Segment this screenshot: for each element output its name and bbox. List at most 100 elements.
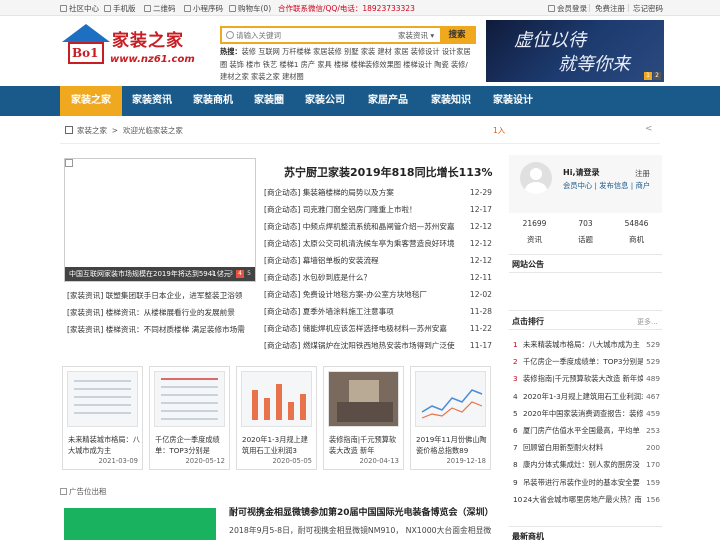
logo-name: 家装之家 bbox=[112, 31, 184, 51]
list-item[interactable]: [商企动态] 免费设计地毯方案-办公室方块地毯厂 12-02 bbox=[264, 286, 492, 303]
hot-words-list[interactable]: 装修 互联网 万杆楼梯 家居装修 别墅 家装 建材 家居 装修设计 设计家居圈 … bbox=[220, 47, 471, 81]
news-image[interactable] bbox=[64, 508, 216, 540]
list-item[interactable]: 5 2020年中国家装消费调查报告：装修 459 bbox=[513, 404, 660, 422]
banner-page-2[interactable]: 2 bbox=[653, 72, 661, 80]
card-thumbnail bbox=[67, 371, 138, 427]
news-card[interactable]: 未来精装城市格局：八大城市成为主 2021-03-09 bbox=[62, 366, 143, 470]
register-link[interactable]: 注册 bbox=[635, 168, 650, 179]
qrcode-icon bbox=[144, 5, 151, 12]
cart-icon bbox=[229, 5, 236, 12]
card-thumbnail bbox=[154, 371, 225, 427]
nav-news[interactable]: 家装资讯 bbox=[122, 86, 182, 116]
search-button[interactable]: 搜索 bbox=[440, 28, 474, 42]
miniprogram-icon bbox=[184, 5, 191, 12]
news-slider[interactable]: 中国互联网家装市场规模在2019年将达到5941亿元 12345 bbox=[64, 158, 256, 282]
nav-business[interactable]: 家装商机 bbox=[182, 86, 244, 116]
user-links[interactable]: 会员中心 | 发布信息 | 商户 bbox=[563, 181, 650, 191]
news-card[interactable]: 千亿房企一季度成绩单：TOP3分别是 2020-05-12 bbox=[149, 366, 230, 470]
rank-heading: 点击排行 bbox=[512, 317, 544, 326]
news-card[interactable]: 2020年1-3月规上建筑用石工业利润3 2020-05-05 bbox=[236, 366, 317, 470]
list-item[interactable]: [商企动态] 司克雅门窗全铝房门隆重上市啦！ 12-17 bbox=[264, 201, 492, 218]
left-news-list: [家装资讯] 联塑集团联手日本企业，进军整装卫浴领 [家装资讯] 楼梯资讯：从楼… bbox=[67, 287, 257, 338]
card-thumbnail bbox=[328, 371, 399, 427]
forgot-password-link[interactable]: 忘记密码 bbox=[633, 3, 663, 14]
register-link[interactable]: 免费注册 bbox=[595, 3, 625, 14]
nav-company[interactable]: 家装公司 bbox=[294, 86, 356, 116]
headline[interactable]: 苏宁厨卫家装2019年818同比增长113% bbox=[284, 164, 493, 180]
list-item[interactable]: [商企动态] 夏季外墙涂料施工注意事项 11-28 bbox=[264, 303, 492, 320]
list-item[interactable]: [商企动态] 燃煤锅炉在沈阳铁西地热安装市场得到广泛使 11-17 bbox=[264, 337, 492, 354]
list-item[interactable]: [家装资讯] 楼梯资讯：从楼梯展看行业的发展前景 bbox=[67, 304, 257, 321]
list-item[interactable]: [家装资讯] 联塑集团联手日本企业，进军整装卫浴领 bbox=[67, 287, 257, 304]
cart-link[interactable]: 购物车(0) bbox=[229, 3, 271, 14]
qrcode-link[interactable]: 二维码 bbox=[144, 3, 176, 14]
list-item[interactable]: 7 回顾留白用新型耐火材料 200 bbox=[513, 439, 660, 457]
list-item[interactable]: [商企动态] 水包砂到底是什么？ 12-11 bbox=[264, 269, 492, 286]
list-item[interactable]: [商企动态] 太原公交司机清洗候车亭为乘客营造良好环境 12-12 bbox=[264, 235, 492, 252]
nav-knowledge[interactable]: 家装知识 bbox=[420, 86, 482, 116]
login-link[interactable]: 会员登录 bbox=[548, 3, 587, 14]
list-item[interactable]: [商企动态] 储能焊机应该怎样选择电极材料—苏州安嘉 11-22 bbox=[264, 320, 492, 337]
share-icon[interactable]: < bbox=[645, 124, 653, 134]
list-item[interactable]: 1 未来精装城市格局：八大城市成为主 529 bbox=[513, 336, 660, 354]
list-item[interactable]: 1024大省会城市哪里房地产最火热？南 156 bbox=[513, 490, 660, 508]
slider-pager: 12345 bbox=[208, 268, 253, 278]
rank-more-link[interactable]: 更多... bbox=[637, 317, 658, 327]
site-logo[interactable]: Bo1 家装之家 www.nz61.com bbox=[60, 22, 208, 74]
miniprogram-link[interactable]: 小程序码 bbox=[184, 3, 223, 14]
card-thumbnail bbox=[415, 371, 486, 427]
logo-url: www.nz61.com bbox=[110, 54, 195, 65]
nav-products[interactable]: 家居产品 bbox=[356, 86, 420, 116]
list-item[interactable]: 9 吊装带进行吊装作业时的基本安全要 159 bbox=[513, 473, 660, 491]
line-chart-thumbnail bbox=[421, 389, 483, 419]
ad-slot[interactable]: 广告位出租 bbox=[60, 486, 107, 497]
slider-page[interactable]: 4 bbox=[236, 270, 244, 278]
list-item[interactable]: 8 康内分体式集成灶：别人家的厨房没 170 bbox=[513, 456, 660, 474]
list-item[interactable]: 3 装修指南|千元预算软装大改造 新年焕 489 bbox=[513, 370, 660, 388]
nav-design[interactable]: 家装设计 bbox=[482, 86, 544, 116]
main-nav: 家装之家 家装资讯 家装商机 家装圈 家装公司 家居产品 家装知识 家装设计 bbox=[0, 86, 720, 116]
list-item[interactable]: 4 2020年1-3月规上建筑用石工业利润3 467 bbox=[513, 387, 660, 405]
chevron-down-icon: ▾ bbox=[430, 31, 435, 40]
breadcrumb-home[interactable]: 家装之家 bbox=[77, 126, 107, 135]
scrolling-notice[interactable]: 1入 bbox=[493, 125, 505, 136]
user-panel: Hi,请登录 注册 会员中心 | 发布信息 | 商户 bbox=[509, 155, 662, 213]
broken-image-icon bbox=[65, 159, 73, 167]
list-item[interactable]: 2 千亿房企一季度成绩单：TOP3分别是 529 bbox=[513, 353, 660, 371]
banner-pager: 12 bbox=[643, 70, 661, 80]
mobile-icon bbox=[104, 5, 111, 12]
list-item[interactable]: [商企动态] 中频点焊机整流系统和晶闸管介绍—苏州安嘉 12-12 bbox=[264, 218, 492, 235]
banner-line-1: 虚位以待 bbox=[514, 30, 586, 51]
slider-page[interactable]: 3 bbox=[227, 270, 235, 278]
click-rank-list: 1 未来精装城市格局：八大城市成为主 529 2 千亿房企一季度成绩单：TOP3分别是… bbox=[513, 336, 660, 508]
news-card[interactable]: 装修指南|千元预算软装大改造 新年 2020-04-13 bbox=[323, 366, 404, 470]
list-item[interactable]: 6 厦门房产估值水平全国最高，平均单 253 bbox=[513, 421, 660, 440]
search-scope-select[interactable]: 家装资讯 ▾ bbox=[398, 30, 434, 41]
search-icon bbox=[226, 31, 234, 39]
user-icon bbox=[548, 5, 555, 12]
list-item[interactable]: [家装资讯] 楼梯资讯：不同材质楼梯 满足装修市场需 bbox=[67, 321, 257, 338]
mobile-link[interactable]: 手机版 bbox=[104, 3, 136, 14]
ad-banner[interactable]: 虚位以待 就等你来 12 bbox=[486, 20, 664, 82]
hot-words: 热搜：装修 互联网 万杆楼梯 家居装修 别墅 家装 建材 家居 装修设计 设计家… bbox=[220, 47, 471, 81]
logo-badge: Bo1 bbox=[72, 46, 99, 60]
search-input[interactable] bbox=[236, 29, 396, 42]
slider-page[interactable]: 2 bbox=[218, 270, 226, 278]
login-greeting[interactable]: Hi,请登录 bbox=[563, 167, 599, 178]
news-list: [商企动态] 集装箱楼梯的局势以及方案 12-29 [商企动态] 司克雅门窗全铝房… bbox=[264, 184, 492, 354]
list-item[interactable]: [商企动态] 集装箱楼梯的局势以及方案 12-29 bbox=[264, 184, 492, 201]
broken-image-icon bbox=[60, 488, 67, 495]
card-thumbnail bbox=[241, 371, 312, 427]
list-item[interactable]: [商企动态] 幕墙铝单板的安装流程 12-12 bbox=[264, 252, 492, 269]
community-link[interactable]: 社区中心 bbox=[60, 3, 99, 14]
nav-circle[interactable]: 家装圈 bbox=[244, 86, 294, 116]
site-stats: 21699 资讯 703 话题 54846 商机 bbox=[522, 219, 649, 244]
banner-page-1[interactable]: 1 bbox=[644, 72, 652, 80]
slider-page[interactable]: 1 bbox=[209, 270, 217, 278]
news-card[interactable]: 2019年11月份佛山陶瓷价格总指数89 2019-12-18 bbox=[410, 366, 491, 470]
breadcrumb: 家装之家 > 欢迎光临家装之家 1入 < bbox=[60, 118, 660, 144]
nav-home[interactable]: 家装之家 bbox=[60, 86, 122, 116]
featured-news-title[interactable]: 耐可视携金相显微镜参加第20届中国国际光电装备博览会（深圳） bbox=[229, 505, 494, 518]
latest-heading: 最新商机 bbox=[512, 532, 544, 540]
slider-page[interactable]: 5 bbox=[245, 270, 253, 278]
